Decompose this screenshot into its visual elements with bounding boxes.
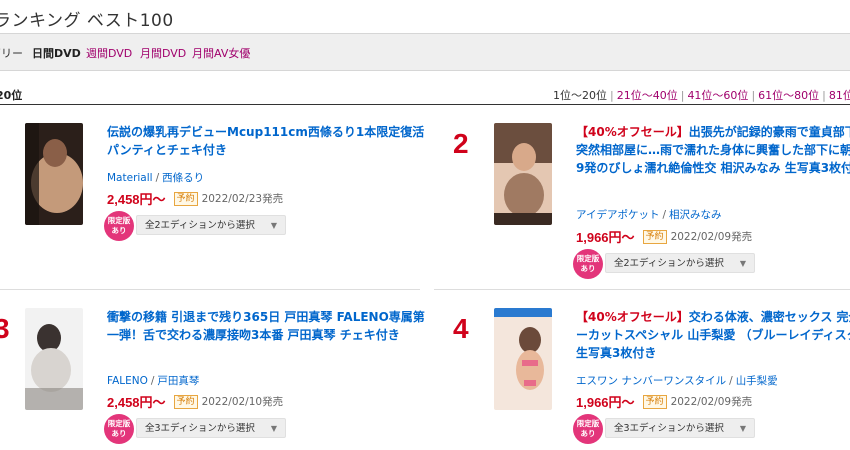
- category-monthly-av-actress[interactable]: 月間AV女優: [192, 45, 250, 61]
- release-date: 2022/02/23発売: [201, 193, 284, 205]
- range-61-80-link[interactable]: 61位〜80位: [758, 89, 819, 102]
- preorder-badge: 予約: [173, 191, 198, 206]
- actress-link[interactable]: 相沢みなみ: [669, 209, 722, 221]
- price: 1,966円〜: [576, 395, 635, 410]
- maker-row: アイデアポケット / 相沢みなみ: [576, 209, 722, 221]
- product-cover-image[interactable]: [494, 308, 552, 410]
- limited-edition-badge: 限定版 あり: [104, 414, 134, 444]
- chevron-down-icon: ▼: [739, 424, 746, 433]
- edition-select-label: 全2エディションから選択: [614, 258, 724, 269]
- maker-link[interactable]: Materiall: [107, 172, 153, 184]
- limited-edition-badge: 限定版 あり: [573, 414, 603, 444]
- category-daily-dvd[interactable]: 日間DVD: [32, 45, 81, 61]
- sale-label: 【40%オフセール】: [576, 310, 689, 324]
- release-date: 2022/02/09発売: [670, 396, 753, 408]
- release-date: 2022/02/09発売: [670, 231, 753, 243]
- price: 2,458円〜: [107, 192, 166, 207]
- preorder-badge: 予約: [173, 394, 198, 409]
- product-title-link[interactable]: 衝撃の移籍 引退まで残り365日 戸田真琴 FALENO専属第一弾！舌で交わる濃…: [107, 308, 427, 344]
- page-title: ランキング ベスト100: [0, 11, 174, 31]
- edition-select-dropdown[interactable]: 全3エディションから選択 ▼: [605, 418, 755, 438]
- row-divider: [0, 289, 420, 290]
- chevron-down-icon: ▼: [739, 259, 746, 268]
- edition-select-label: 全3エディションから選択: [145, 423, 255, 434]
- price-row: 1,966円〜 予約 2022/02/09発売: [576, 391, 753, 410]
- product-cover-image[interactable]: [25, 123, 83, 225]
- ranking-heading: 20位: [0, 89, 23, 102]
- ranking-divider: [0, 104, 850, 105]
- range-current: 1位〜20位: [553, 89, 607, 102]
- actress-link[interactable]: 西條るり: [162, 172, 204, 184]
- preorder-badge: 予約: [642, 394, 667, 409]
- range-41-60-link[interactable]: 41位〜60位: [687, 89, 748, 102]
- edition-select-label: 全3エディションから選択: [614, 423, 724, 434]
- product-cover-image[interactable]: [494, 123, 552, 225]
- limited-edition-badge: 限定版 あり: [573, 249, 603, 279]
- category-weekly-dvd[interactable]: 週間DVD: [86, 45, 132, 61]
- chevron-down-icon: ▼: [270, 221, 277, 230]
- chevron-down-icon: ▼: [270, 424, 277, 433]
- ranking-range-row: 20位 1位〜20位|21位〜40位|41位〜60位|61位〜80位|81位〜: [0, 84, 850, 104]
- maker-link[interactable]: FALENO: [107, 375, 148, 387]
- release-date: 2022/02/10発売: [201, 396, 284, 408]
- category-monthly-dvd[interactable]: 月間DVD: [140, 45, 186, 61]
- product-title-link[interactable]: 【40%オフセール】交わる体液、濃密セックス 完全ノーカットスペシャル 山手梨愛…: [576, 308, 850, 362]
- actress-link[interactable]: 戸田真琴: [157, 375, 199, 387]
- price-row: 2,458円〜 予約 2022/02/10発売: [107, 391, 284, 410]
- rank-number: 4: [453, 313, 469, 344]
- sale-label: 【40%オフセール】: [576, 125, 689, 139]
- edition-select-dropdown[interactable]: 全2エディションから選択 ▼: [605, 253, 755, 273]
- rank-number: 2: [453, 128, 469, 159]
- maker-link[interactable]: エスワン ナンバーワンスタイル: [576, 375, 726, 387]
- limited-edition-badge: 限定版 あり: [104, 211, 134, 241]
- price: 1,966円〜: [576, 230, 635, 245]
- product-title-text: 伝説の爆乳再デビューMcup111cm西條るり1本限定復活 パンティとチェキ付き: [107, 125, 425, 157]
- edition-select-dropdown[interactable]: 全3エディションから選択 ▼: [136, 418, 286, 438]
- product-cover-image[interactable]: [25, 308, 83, 410]
- range-81-link[interactable]: 81位〜: [829, 89, 850, 102]
- maker-row: FALENO / 戸田真琴: [107, 375, 200, 387]
- actress-link[interactable]: 山手梨愛: [736, 375, 778, 387]
- maker-row: Materiall / 西條るり: [107, 172, 205, 184]
- price: 2,458円〜: [107, 395, 166, 410]
- category-label: ゴリー: [0, 47, 23, 60]
- edition-select-dropdown[interactable]: 全2エディションから選択 ▼: [136, 215, 286, 235]
- product-title-link[interactable]: 伝説の爆乳再デビューMcup111cm西條るり1本限定復活 パンティとチェキ付き: [107, 123, 427, 159]
- maker-row: エスワン ナンバーワンスタイル / 山手梨愛: [576, 375, 778, 387]
- preorder-badge: 予約: [642, 229, 667, 244]
- row-divider: [434, 289, 850, 290]
- maker-link[interactable]: アイデアポケット: [576, 209, 659, 221]
- range-21-40-link[interactable]: 21位〜40位: [617, 89, 678, 102]
- price-row: 2,458円〜 予約 2022/02/23発売: [107, 188, 284, 207]
- rank-number: 3: [0, 313, 10, 344]
- edition-select-label: 全2エディションから選択: [145, 220, 255, 231]
- ranking-pagination: 1位〜20位|21位〜40位|41位〜60位|61位〜80位|81位〜: [553, 87, 850, 103]
- category-bar: ゴリー 日間DVD 週間DVD 月間DVD 月間AV女優: [0, 33, 850, 71]
- product-title-text: 衝撃の移籍 引退まで残り365日 戸田真琴 FALENO専属第一弾！舌で交わる濃…: [107, 310, 425, 342]
- product-title-link[interactable]: 【40%オフセール】出張先が記録的豪雨で童貞部下と突然相部屋に…雨で濡れた身体に…: [576, 123, 850, 177]
- price-row: 1,966円〜 予約 2022/02/09発売: [576, 226, 753, 245]
